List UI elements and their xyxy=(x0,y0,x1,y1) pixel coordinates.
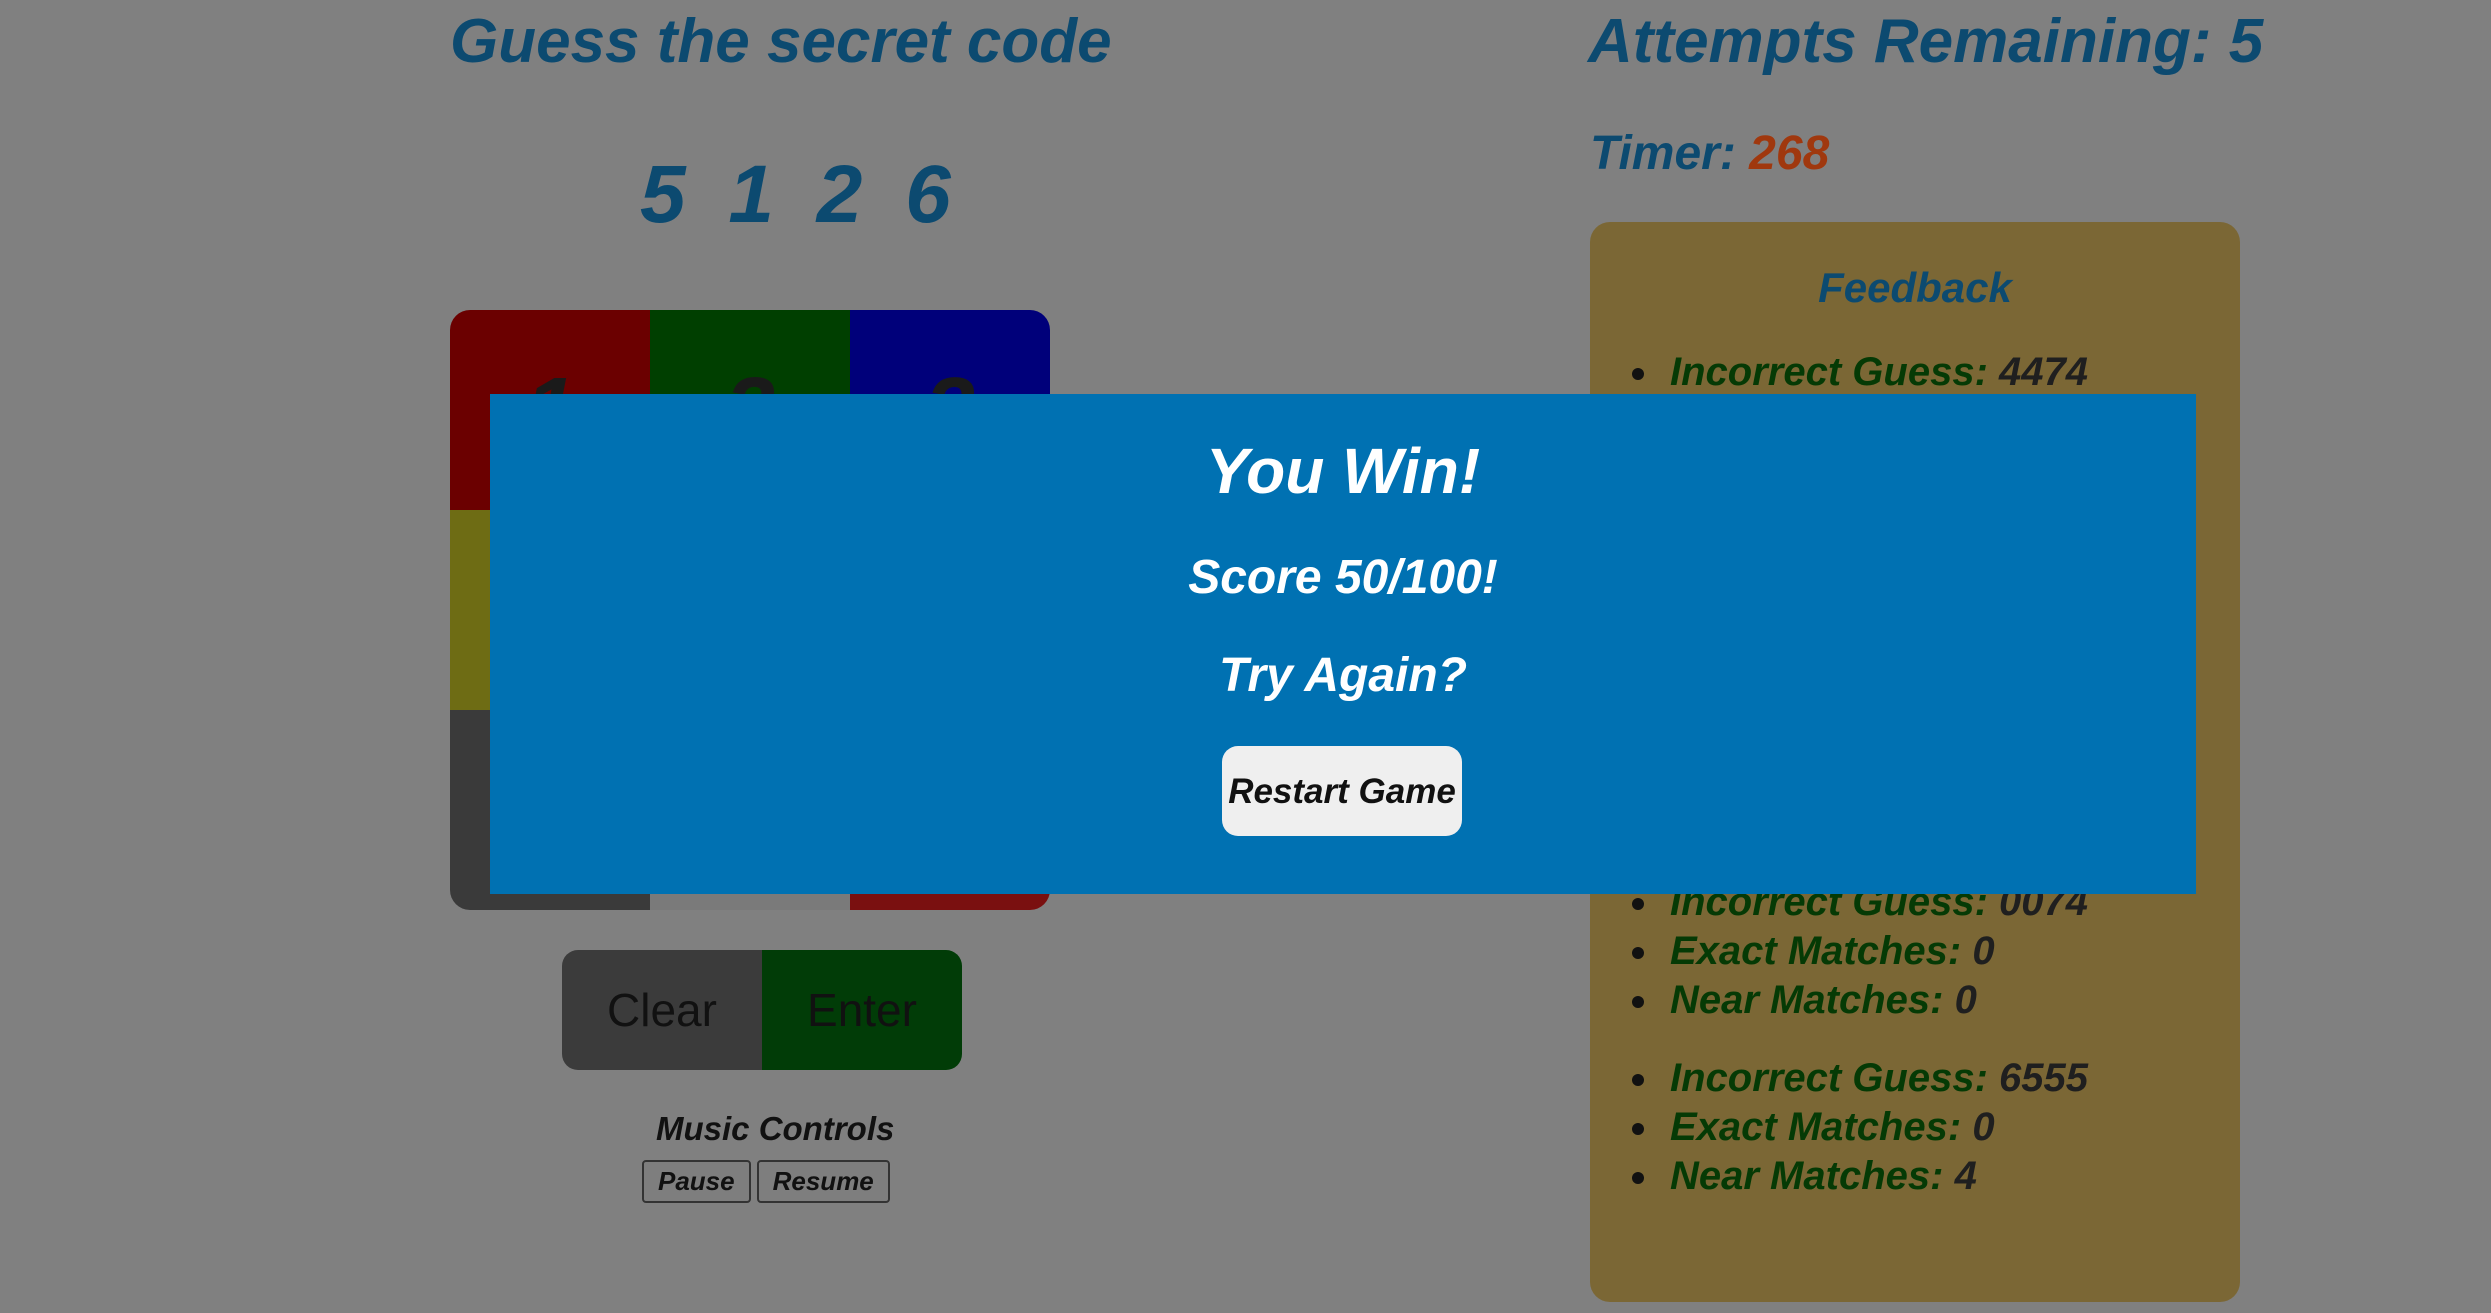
music-controls: Pause Resume xyxy=(642,1160,890,1203)
feedback-entry: Incorrect Guess: 4474 xyxy=(1632,348,2088,397)
exact-matches-value: 0 xyxy=(1972,929,1995,973)
pause-music-button[interactable]: Pause xyxy=(642,1160,751,1203)
resume-music-button[interactable]: Resume xyxy=(756,1160,890,1203)
game-title: Guess the secret code xyxy=(450,7,1112,76)
action-buttons: Clear Enter xyxy=(562,950,962,1070)
enter-button[interactable]: Enter xyxy=(762,950,962,1070)
feedback-entry: Incorrect Guess: 6555 Exact Matches: 0 N… xyxy=(1632,1054,2088,1201)
near-matches-item: Near Matches: 0 xyxy=(1632,976,2088,1025)
incorrect-guess-label: Incorrect Guess: xyxy=(1670,350,1988,394)
near-matches-label: Near Matches: xyxy=(1670,978,1944,1022)
win-modal: You Win! Score 50/100! Try Again? Restar… xyxy=(490,394,2196,894)
timer: Timer: 268 xyxy=(1590,126,1829,181)
score-text: Score 50/100! xyxy=(1188,551,1498,604)
game-page: Guess the secret code 5 1 2 6 1 2 3 Clea… xyxy=(0,0,2491,1313)
try-again-prompt: Try Again? xyxy=(1218,649,1468,702)
near-matches-value: 4 xyxy=(1954,1154,1977,1198)
exact-matches-label: Exact Matches: xyxy=(1670,929,1962,973)
incorrect-guess-item: Incorrect Guess: 4474 xyxy=(1632,348,2088,397)
incorrect-guess-value: 6555 xyxy=(1999,1056,2088,1100)
near-matches-item: Near Matches: 4 xyxy=(1632,1152,2088,1201)
music-controls-title: Music Controls xyxy=(656,1110,895,1147)
clear-button[interactable]: Clear xyxy=(562,950,762,1070)
win-title: You Win! xyxy=(1205,435,1481,507)
timer-label: Timer: xyxy=(1590,127,1736,180)
feedback-entry: Incorrect Guess: 0074 Exact Matches: 0 N… xyxy=(1632,878,2088,1025)
exact-matches-label: Exact Matches: xyxy=(1670,1105,1962,1149)
attempts-remaining: Attempts Remaining: 5 xyxy=(1588,7,2264,76)
near-matches-value: 0 xyxy=(1954,978,1977,1022)
exact-matches-item: Exact Matches: 0 xyxy=(1632,927,2088,976)
timer-value: 268 xyxy=(1749,127,1830,180)
restart-game-button[interactable]: Restart Game xyxy=(1222,746,1462,836)
incorrect-guess-label: Incorrect Guess: xyxy=(1670,1056,1988,1100)
exact-matches-item: Exact Matches: 0 xyxy=(1632,1103,2088,1152)
feedback-title: Feedback xyxy=(1818,264,2012,311)
exact-matches-value: 0 xyxy=(1972,1105,1995,1149)
near-matches-label: Near Matches: xyxy=(1670,1154,1944,1198)
incorrect-guess-item: Incorrect Guess: 6555 xyxy=(1632,1054,2088,1103)
incorrect-guess-value: 4474 xyxy=(1999,350,2088,394)
secret-code-display: 5 1 2 6 xyxy=(640,149,961,240)
